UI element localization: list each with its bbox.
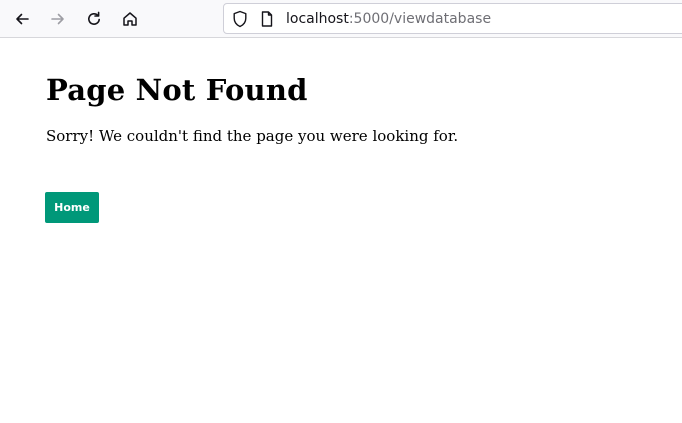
reload-icon [88, 11, 100, 25]
home-button[interactable] [116, 5, 144, 33]
back-button[interactable] [8, 5, 36, 33]
home-icon [123, 12, 137, 26]
url-host: localhost [286, 11, 349, 27]
url-bar[interactable]: localhost:5000/viewdatabase [223, 3, 682, 34]
url-path: :5000/viewdatabase [348, 11, 492, 27]
error-message: Sorry! We couldn't find the page you wer… [46, 127, 459, 145]
home-link-button[interactable]: Home [45, 192, 99, 223]
arrow-right-icon [51, 13, 64, 25]
url-text[interactable]: localhost:5000/viewdatabase [286, 9, 491, 29]
page-content: Page Not Found Sorry! We couldn't find t… [46, 70, 458, 145]
page-icon[interactable] [260, 10, 274, 28]
browser-toolbar: localhost:5000/viewdatabase [0, 0, 682, 38]
reload-button[interactable] [80, 5, 108, 33]
forward-button[interactable] [44, 5, 72, 33]
arrow-left-icon [16, 13, 29, 25]
page-title: Page Not Found [46, 73, 308, 107]
shield-icon[interactable] [232, 10, 248, 28]
